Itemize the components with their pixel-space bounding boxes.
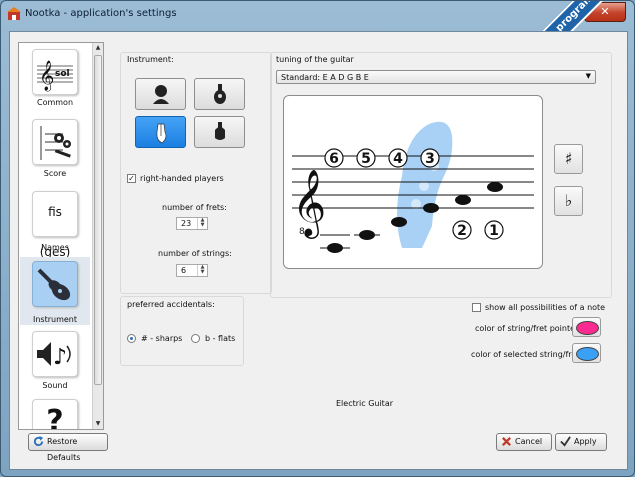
instrument-bass-button[interactable] <box>194 116 245 148</box>
strings-label: number of strings: <box>158 249 232 258</box>
settings-sidebar: 𝄞 sol Common Score fis (ges) Names Instr… <box>18 42 104 430</box>
spin-arrows-icon[interactable]: ▲ ▼ <box>197 218 207 229</box>
staff-drawing: 𝄞 8 6 5 4 3 2 1 <box>292 121 534 253</box>
refresh-icon <box>33 436 44 447</box>
electric-guitar-icon <box>156 123 167 144</box>
instrument-none-button[interactable] <box>135 78 186 110</box>
instrument-label: Instrument: <box>127 55 174 64</box>
sidebar-item-names[interactable]: fis (ges) Names <box>20 187 90 259</box>
flat-button[interactable]: ♭ <box>554 186 583 216</box>
checkmark-icon <box>560 436 571 447</box>
sidebar-item-label: Instrument <box>32 315 77 324</box>
pointer-color-swatch <box>576 321 599 335</box>
sharps-radio[interactable] <box>127 334 136 343</box>
sidebar-item-label: Names <box>41 243 69 252</box>
tuning-label: tuning of the guitar <box>276 55 354 64</box>
dialog-body: 𝄞 sol Common Score fis (ges) Names Instr… <box>9 31 628 470</box>
scroll-up-icon[interactable]: ▲ <box>93 43 103 53</box>
treble-clef-icon: 𝄞 <box>292 168 326 239</box>
string-number-5: 5 <box>361 151 371 167</box>
string-number-3: 3 <box>425 151 435 167</box>
sidebar-item-score[interactable]: Score <box>20 115 90 183</box>
clef-octave-label: 8 <box>299 227 305 237</box>
sharps-label: # - sharps <box>141 334 183 343</box>
apply-button[interactable]: Apply <box>555 433 607 451</box>
restore-defaults-label: Restore Defaults <box>47 437 81 462</box>
frets-spinbox[interactable]: 23 ▲ ▼ <box>176 217 208 230</box>
sidebar-item-more[interactable]: ? <box>20 395 90 429</box>
apply-label: Apply <box>574 437 597 446</box>
sidebar-item-instrument[interactable]: Instrument <box>20 257 90 325</box>
svg-text:𝄞: 𝄞 <box>39 60 54 92</box>
string-number-1: 1 <box>489 223 499 239</box>
svg-text:♪: ♪ <box>53 345 67 370</box>
scroll-thumb[interactable] <box>94 55 102 385</box>
right-handed-label: right-handed players <box>140 174 224 183</box>
string-number-2: 2 <box>457 223 467 239</box>
sidebar-item-label: Sound <box>42 381 68 390</box>
chevron-down-icon: ▼ <box>585 72 591 80</box>
scroll-down-icon[interactable]: ▼ <box>93 419 103 429</box>
score-gears-icon <box>32 119 78 165</box>
cancel-icon <box>502 437 511 446</box>
accidentals-label: preferred accidentals: <box>127 300 215 309</box>
app-icon <box>7 7 21 20</box>
selected-color-button[interactable] <box>572 343 601 363</box>
string-number-4: 4 <box>393 151 403 167</box>
pointer-color-button[interactable] <box>572 317 601 337</box>
strings-value: 6 <box>181 266 187 275</box>
sharp-button[interactable]: ♯ <box>554 144 583 174</box>
tuning-combobox[interactable]: Standard: E A D G B E ▼ <box>276 70 596 84</box>
guitar-icon <box>32 261 78 307</box>
question-icon: ? <box>32 399 78 429</box>
sidebar-item-sound[interactable]: ♪ Sound <box>20 327 90 395</box>
names-icon: fis (ges) <box>32 191 78 259</box>
classical-guitar-icon <box>214 84 226 104</box>
svg-text:sol: sol <box>55 69 70 79</box>
speaker-note-icon: ♪ <box>32 331 78 377</box>
cancel-button[interactable]: Cancel <box>496 433 552 451</box>
string-number-6: 6 <box>329 151 339 167</box>
pointer-color-label: color of string/fret pointer <box>475 324 579 333</box>
sidebar-item-common[interactable]: 𝄞 sol Common <box>20 45 90 113</box>
frets-label: number of frets: <box>162 203 227 212</box>
frets-value: 23 <box>181 219 192 228</box>
tuning-staff[interactable]: 𝄞 8 6 5 4 3 2 1 <box>283 95 543 269</box>
selected-color-label: color of selected string/fret <box>471 350 580 359</box>
instrument-name: Electric Guitar <box>336 399 394 408</box>
flats-radio[interactable] <box>191 334 200 343</box>
instrument-classical-button[interactable] <box>194 78 245 110</box>
sidebar-item-label: Score <box>43 169 67 178</box>
right-handed-checkbox[interactable]: ✓ <box>127 174 136 183</box>
show-all-checkbox[interactable] <box>472 303 481 312</box>
spin-arrows-icon[interactable]: ▲ ▼ <box>197 265 207 276</box>
show-all-label: show all possibilities of a note <box>485 303 606 312</box>
restore-defaults-button[interactable]: Restore Defaults <box>28 433 108 462</box>
sidebar-item-label: Common <box>36 98 74 107</box>
head-silhouette-icon <box>153 85 169 104</box>
bass-guitar-icon <box>215 122 225 140</box>
instrument-electric-button[interactable] <box>135 116 186 148</box>
strings-spinbox[interactable]: 6 ▲ ▼ <box>176 264 208 277</box>
window-title: Nootka - application's settings <box>25 8 177 19</box>
settings-window: Nootka - application's settings ✕ progra… <box>0 0 635 477</box>
flats-label: b - flats <box>205 334 236 343</box>
clef-sol-icon: 𝄞 sol <box>32 49 78 95</box>
cancel-label: Cancel <box>515 437 543 446</box>
sidebar-scrollbar[interactable]: ▲ ▼ <box>92 43 103 429</box>
selected-color-swatch <box>576 347 599 361</box>
tuning-selected: Standard: E A D G B E <box>281 73 369 82</box>
